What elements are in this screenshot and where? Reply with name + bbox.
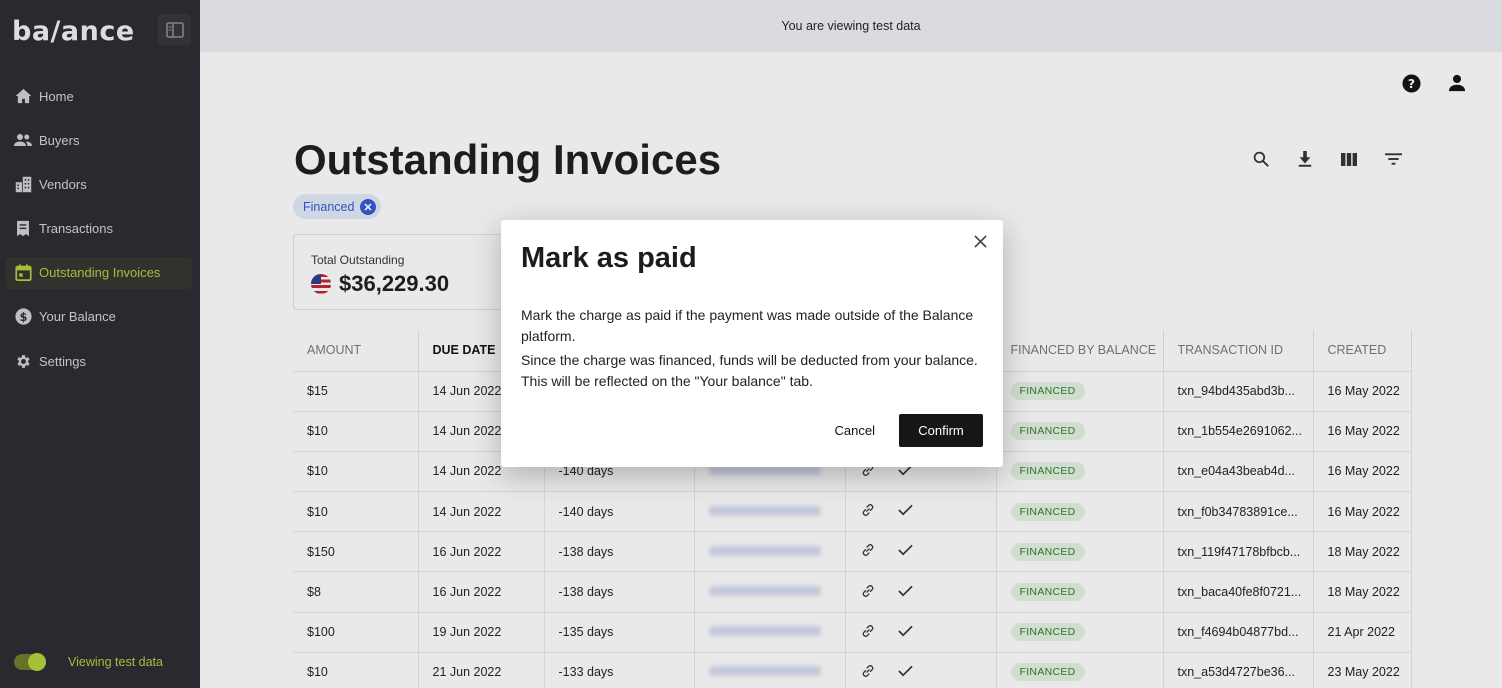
confirm-button[interactable]: Confirm [899,414,983,447]
mark-as-paid-dialog: Mark as paid Mark the charge as paid if … [501,220,1003,467]
close-icon[interactable] [971,232,989,250]
dialog-body-text-2: Since the charge was financed, funds wil… [521,352,978,389]
cancel-button[interactable]: Cancel [835,423,875,438]
dialog-body-text: Mark the charge as paid if the payment w… [521,307,974,344]
dialog-title: Mark as paid [521,242,697,274]
